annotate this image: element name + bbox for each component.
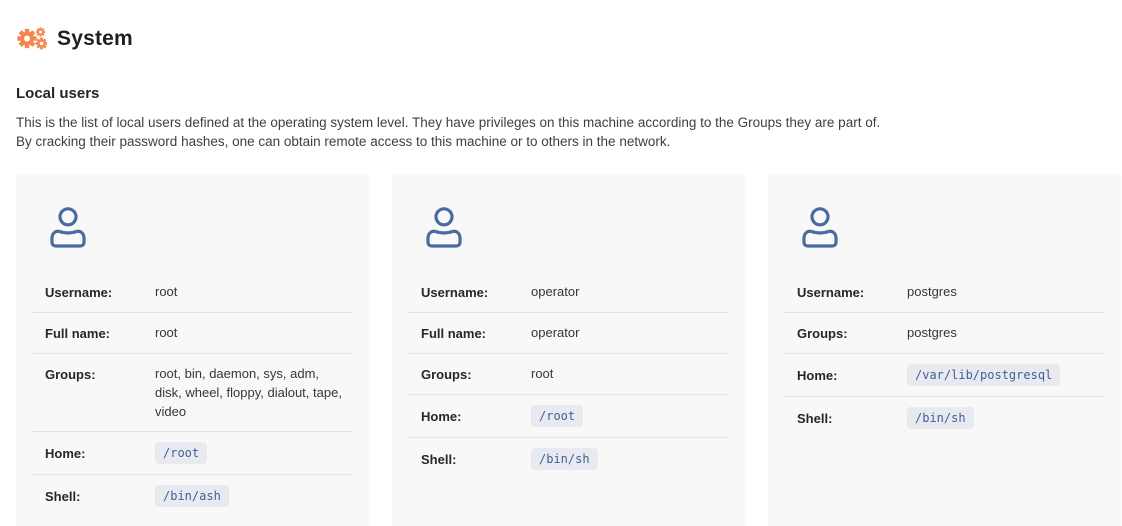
detail-row: Shell: /bin/sh xyxy=(408,437,729,480)
path-code-badge: /bin/sh xyxy=(907,407,974,429)
detail-value: /root xyxy=(155,442,353,464)
detail-value: root xyxy=(531,364,729,383)
detail-row: Shell: /bin/ash xyxy=(32,474,353,517)
user-icon xyxy=(392,204,745,257)
detail-rows: Username: postgres Groups: postgres Home… xyxy=(784,272,1105,439)
detail-row: Groups: root xyxy=(408,353,729,394)
detail-value: operator xyxy=(531,282,729,301)
detail-value: operator xyxy=(531,323,729,342)
detail-value: root xyxy=(155,323,353,342)
detail-row: Username: postgres xyxy=(784,272,1105,312)
detail-label: Username: xyxy=(421,282,531,302)
detail-row: Username: operator xyxy=(408,272,729,312)
path-code-badge: /var/lib/postgresql xyxy=(907,364,1060,386)
path-code-badge: /root xyxy=(155,442,207,464)
detail-label: Username: xyxy=(45,282,155,302)
local-users-description: This is the list of local users defined … xyxy=(16,113,1122,151)
user-icon xyxy=(16,204,369,257)
detail-value: postgres xyxy=(907,282,1105,301)
detail-row: Groups: root, bin, daemon, sys, adm, dis… xyxy=(32,353,353,431)
detail-value: root, bin, daemon, sys, adm, disk, wheel… xyxy=(155,364,353,421)
detail-value: postgres xyxy=(907,323,1105,342)
detail-label: Full name: xyxy=(45,323,155,343)
detail-label: Full name: xyxy=(421,323,531,343)
user-card: Username: root Full name: root Groups: r… xyxy=(16,174,369,526)
description-line-2: By cracking their password hashes, one c… xyxy=(16,132,1122,151)
page-header: System xyxy=(16,25,1122,52)
detail-row: Home: /root xyxy=(408,394,729,437)
detail-label: Shell: xyxy=(797,408,907,428)
detail-label: Groups: xyxy=(45,364,155,384)
detail-label: Home: xyxy=(45,443,155,463)
system-page: System Local users This is the list of l… xyxy=(0,25,1122,526)
detail-rows: Username: operator Full name: operator G… xyxy=(408,272,729,480)
local-users-heading: Local users xyxy=(16,85,1122,102)
description-line-1: This is the list of local users defined … xyxy=(16,113,1122,132)
detail-label: Shell: xyxy=(45,486,155,506)
detail-row: Full name: operator xyxy=(408,312,729,353)
detail-row: Username: root xyxy=(32,272,353,312)
user-cards: Username: root Full name: root Groups: r… xyxy=(16,174,1122,526)
detail-label: Home: xyxy=(421,406,531,426)
detail-row: Full name: root xyxy=(32,312,353,353)
detail-value: /bin/sh xyxy=(907,407,1105,429)
detail-label: Username: xyxy=(797,282,907,302)
user-card: Username: postgres Groups: postgres Home… xyxy=(768,174,1121,526)
path-code-badge: /bin/ash xyxy=(155,485,229,507)
user-card: Username: operator Full name: operator G… xyxy=(392,174,745,526)
detail-row: Home: /root xyxy=(32,431,353,474)
detail-value: /var/lib/postgresql xyxy=(907,364,1105,386)
path-code-badge: /root xyxy=(531,405,583,427)
detail-value: /bin/ash xyxy=(155,485,353,507)
detail-value: root xyxy=(155,282,353,301)
detail-row: Groups: postgres xyxy=(784,312,1105,353)
detail-row: Home: /var/lib/postgresql xyxy=(784,353,1105,396)
path-code-badge: /bin/sh xyxy=(531,448,598,470)
detail-value: /root xyxy=(531,405,729,427)
detail-rows: Username: root Full name: root Groups: r… xyxy=(32,272,353,517)
detail-value: /bin/sh xyxy=(531,448,729,470)
gears-icon xyxy=(16,25,47,52)
detail-label: Groups: xyxy=(421,364,531,384)
detail-label: Shell: xyxy=(421,449,531,469)
user-icon xyxy=(768,204,1121,257)
detail-row: Shell: /bin/sh xyxy=(784,396,1105,439)
page-title: System xyxy=(57,27,133,51)
detail-label: Home: xyxy=(797,365,907,385)
detail-label: Groups: xyxy=(797,323,907,343)
